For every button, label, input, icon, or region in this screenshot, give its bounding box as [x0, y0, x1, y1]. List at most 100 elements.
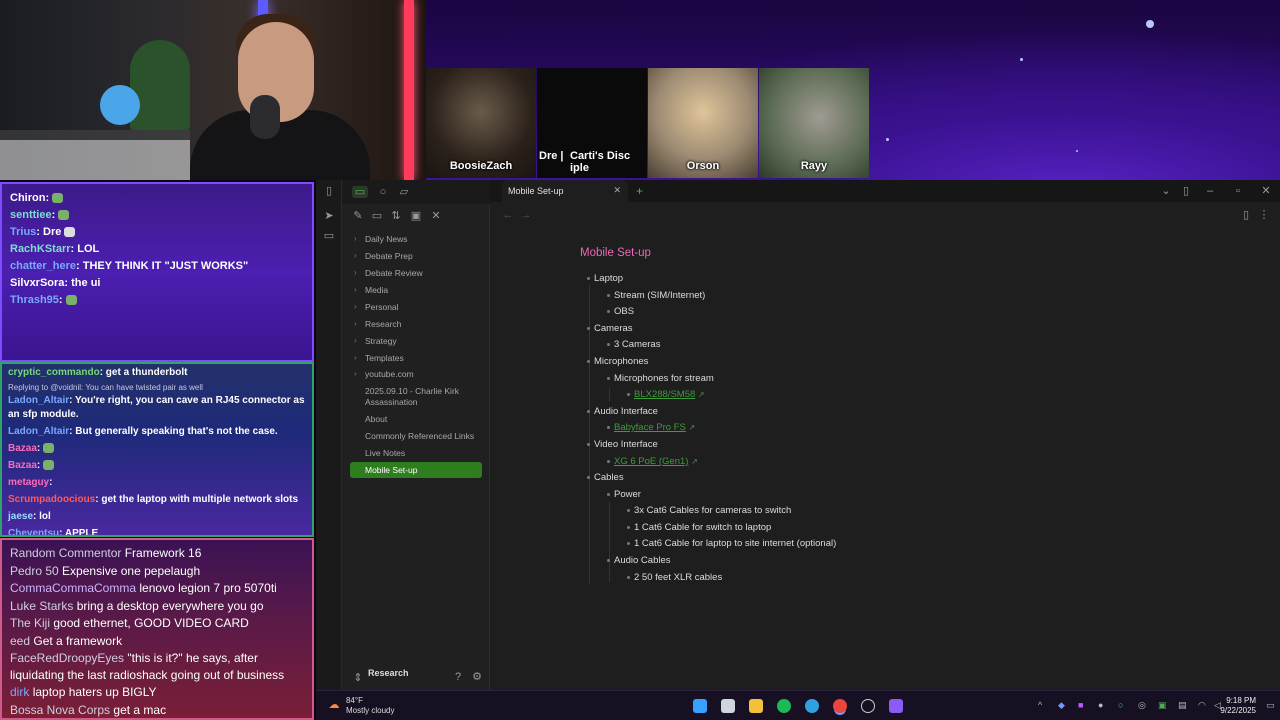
link-babyface[interactable]: Babyface Pro FS	[614, 422, 686, 433]
start-icon[interactable]	[693, 699, 707, 713]
chat-message: Luke Starks bring a desktop everywhere y…	[10, 598, 264, 613]
star	[1146, 20, 1154, 28]
maximize-icon[interactable]: ▫	[1232, 185, 1244, 197]
emote-icon	[64, 227, 76, 238]
list-item: 2 50 feet XLR cables	[626, 572, 723, 583]
pet-name-prefix: Dre |	[539, 150, 564, 162]
note-title: Mobile Set-up	[580, 247, 651, 259]
chevron-down-icon[interactable]: ⌄	[1160, 185, 1172, 197]
pet-cam-boosiezach: BoosieZach	[426, 68, 536, 178]
file-about[interactable]: About	[350, 414, 482, 425]
chevron-up-icon[interactable]: ^	[1038, 701, 1047, 710]
chat-message: Random Commentor Framework 16	[10, 546, 202, 560]
settings-icon[interactable]: ⚙	[471, 671, 483, 683]
tray-app-icon[interactable]: ○	[1118, 701, 1127, 710]
list-item: Laptop	[586, 273, 624, 284]
tray-app-icon[interactable]: ■	[1078, 701, 1087, 710]
pet-name: BoosieZach	[449, 160, 513, 172]
clock-time[interactable]: 9:18 PM	[1226, 696, 1256, 705]
bookmark-icon[interactable]: ▱	[398, 186, 410, 198]
sort-icon[interactable]: ⇅	[390, 210, 402, 222]
weather-temperature[interactable]: 84°F	[346, 696, 363, 705]
obs-icon[interactable]	[861, 699, 875, 713]
emote-icon	[43, 443, 55, 454]
folder-personal[interactable]: › Personal	[350, 299, 482, 315]
file-mobile-setup[interactable]: Mobile Set-up	[350, 462, 482, 478]
vault-switch-icon[interactable]: ⇕	[352, 672, 364, 684]
indent-guide	[589, 285, 590, 585]
link-xg6[interactable]: XG 6 PoE (Gen1)	[614, 456, 688, 467]
folder-debate-review[interactable]: › Debate Review	[350, 265, 482, 281]
chat-message: Ladon_Altair: But generally speaking tha…	[8, 426, 278, 437]
weather-icon[interactable]: ☁	[328, 699, 340, 711]
close-tab-icon[interactable]: ✕	[613, 185, 621, 196]
minimize-icon[interactable]: –	[1204, 185, 1216, 197]
microphone	[250, 95, 280, 139]
chat-message: Bossa Nova Corps get a mac	[10, 702, 167, 717]
tray-app-icon[interactable]: ◎	[1138, 701, 1147, 710]
chrome-icon[interactable]	[833, 699, 847, 713]
tray-app-icon[interactable]: ▤	[1178, 701, 1187, 710]
new-folder-icon[interactable]: ▭	[371, 210, 383, 222]
chat-message: metaguy:	[8, 477, 53, 488]
external-link-icon: ↗	[691, 457, 698, 466]
weather-condition[interactable]: Mostly cloudy	[346, 706, 394, 715]
folder-templates[interactable]: › Templates	[350, 350, 482, 366]
back-icon[interactable]: ←	[502, 209, 514, 221]
chevron-right-icon: ›	[354, 353, 357, 362]
chat-message: eed Get a framework	[10, 633, 123, 648]
chat-message: cryptic_commando: get a thunderbolt	[8, 367, 188, 378]
notification-icon[interactable]: ▭	[1266, 701, 1275, 710]
chat-message: CommaCommaComma lenovo legion 7 pro 5070…	[10, 581, 277, 595]
folder-research[interactable]: › Research	[350, 316, 482, 332]
task-view-icon[interactable]	[721, 699, 735, 713]
file-live-notes[interactable]: Live Notes	[350, 448, 482, 459]
file-charlie-kirk[interactable]: 2025.09.10 - Charlie Kirk Assassination	[350, 386, 482, 408]
search-icon[interactable]: ○	[377, 186, 389, 198]
link-blx288[interactable]: BLX288/SM58	[634, 389, 695, 400]
canvas-icon[interactable]: ▭	[323, 230, 335, 242]
list-item: Stream (SIM/Internet)	[606, 290, 706, 301]
folder-daily-news[interactable]: › Daily News	[350, 231, 482, 247]
sidebar-right-icon[interactable]: ▯	[1180, 185, 1192, 197]
clock-date[interactable]: 9/22/2025	[1220, 706, 1256, 715]
close-icon[interactable]: ✕	[430, 210, 442, 222]
window-close-icon[interactable]: ✕	[1260, 185, 1272, 197]
help-icon[interactable]: ?	[452, 671, 464, 683]
list-item: Cameras	[587, 323, 633, 334]
reading-view-icon[interactable]: ▯	[1240, 209, 1252, 221]
folder-icon[interactable]: ▭	[352, 186, 368, 198]
chat-message: Chiron:	[10, 192, 304, 204]
folder-media[interactable]: › Media	[350, 282, 482, 298]
send-icon[interactable]: ➤	[323, 210, 335, 222]
folder-strategy[interactable]: › Strategy	[350, 333, 482, 349]
spotify-icon[interactable]	[777, 699, 791, 713]
forward-icon[interactable]: →	[520, 209, 532, 221]
folder-debate-prep[interactable]: › Debate Prep	[350, 248, 482, 264]
reply-context: Replying to @voidnil: You can have twist…	[8, 383, 203, 392]
vault-name[interactable]: Research	[368, 668, 409, 678]
sidebar-toggle-icon[interactable]: ▯	[323, 185, 335, 197]
edge-icon[interactable]	[805, 699, 819, 713]
more-options-icon[interactable]: ⋮	[1258, 209, 1270, 221]
obsidian-icon[interactable]	[889, 699, 903, 713]
pet-cam-carti: Dre | Carti's Disc iple	[537, 68, 647, 178]
chat-panel-bottom: Random Commentor Framework 16 Pedro 50 E…	[0, 538, 314, 720]
new-note-icon[interactable]: ✎	[352, 210, 364, 222]
tray-app-icon[interactable]: ◆	[1058, 701, 1067, 710]
list-item: Audio Cables	[607, 555, 671, 566]
tray-app-icon[interactable]: ▣	[1158, 701, 1167, 710]
collapse-icon[interactable]: ▣	[410, 210, 422, 222]
wifi-icon[interactable]: ◠	[1198, 701, 1207, 710]
tab-bar: Mobile Set-up ✕ + ⌄ ▯ – ▫ ✕	[490, 180, 1280, 202]
list-item: Power	[607, 489, 641, 500]
emote-icon	[65, 295, 77, 306]
chat-message: Thrash95:	[10, 294, 304, 306]
file-explorer-icon[interactable]	[749, 699, 763, 713]
tab-mobile-setup[interactable]: Mobile Set-up ✕	[502, 180, 628, 202]
list-item: Microphones	[586, 356, 649, 367]
file-commonly-referenced-links[interactable]: Commonly Referenced Links	[350, 431, 482, 442]
folder-youtube[interactable]: › youtube.com	[350, 366, 482, 382]
steam-icon[interactable]: ●	[1098, 701, 1107, 710]
new-tab-icon[interactable]: +	[636, 184, 643, 198]
